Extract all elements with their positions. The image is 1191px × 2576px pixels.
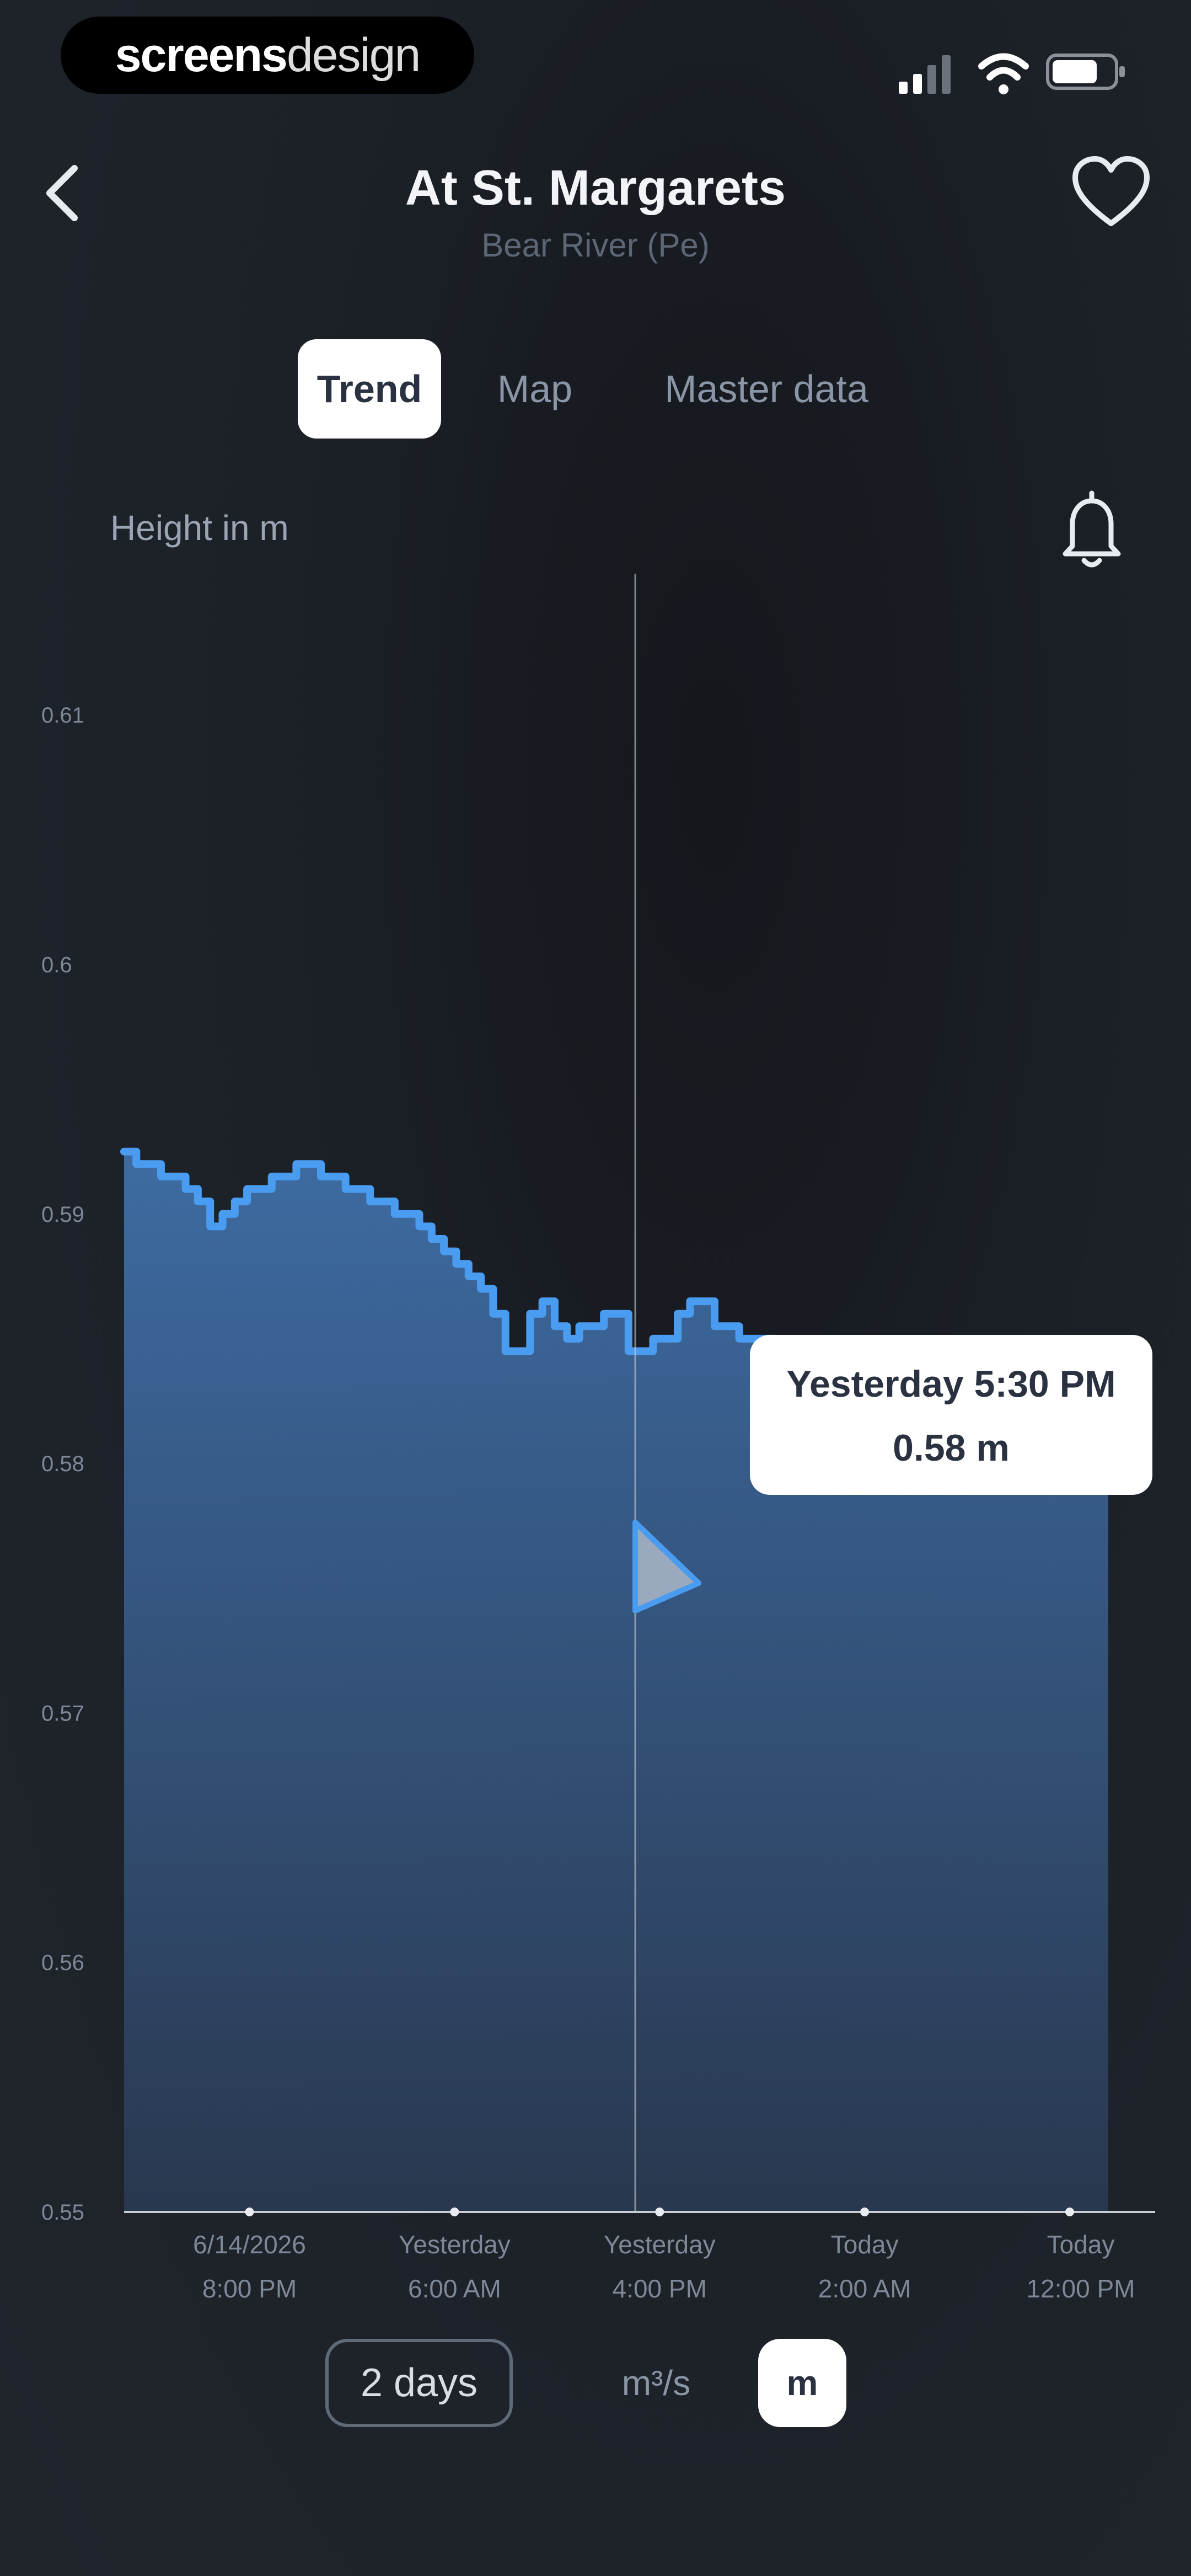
bell-icon[interactable] [1053, 485, 1130, 574]
header: At St. Margarets Bear River (Pe) [0, 132, 1191, 287]
signal-icon [899, 55, 951, 94]
battery-icon [1046, 54, 1125, 90]
x-tick-label: 2:00 AM [818, 2274, 911, 2303]
y-tick-label: 0.58 [41, 1452, 84, 1476]
x-tick-mark [245, 2208, 254, 2216]
tooltip-time: Yesterday 5:30 PM [786, 1363, 1115, 1405]
water-level-chart[interactable]: 0.61 0.6 0.59 0.58 0.57 0.56 0.55 6/14/2026 8:0… [0, 574, 1191, 2317]
logo-bold-text: screens [115, 29, 288, 82]
tab-master-data[interactable]: Master data [634, 339, 899, 439]
x-tick-label: Today [1047, 2230, 1115, 2259]
chart-header: Height in m [0, 485, 1191, 574]
x-tick-mark [450, 2208, 459, 2216]
y-tick-label: 0.61 [41, 703, 84, 728]
y-tick-label: 0.57 [41, 1701, 84, 1725]
page-title: At St. Margarets [405, 161, 786, 216]
x-tick-label: 6/14/2026 [193, 2230, 306, 2259]
tab-trend[interactable]: Trend [298, 339, 441, 439]
tab-map[interactable]: Map [474, 339, 596, 439]
status-bar: screensdesign [0, 0, 1191, 121]
x-tick-mark [860, 2208, 870, 2216]
y-tick-label: 0.6 [41, 953, 72, 977]
x-tick-label: 12:00 PM [1027, 2274, 1135, 2303]
wifi-icon [978, 53, 1029, 94]
y-tick-label: 0.55 [41, 2200, 84, 2225]
heart-icon[interactable] [1070, 154, 1152, 232]
tooltip-value: 0.58 m [893, 1427, 1010, 1469]
tab-bar: Trend Map Master data [0, 339, 1191, 439]
y-axis-title: Height in m [110, 508, 289, 548]
unit-option-m[interactable]: m [758, 2339, 846, 2427]
range-button[interactable]: 2 days [325, 2339, 513, 2427]
x-tick-label: Today [831, 2230, 899, 2259]
x-tick-label: Yesterday [604, 2230, 716, 2259]
x-tick-label: Yesterday [399, 2230, 511, 2259]
x-tick-label: 8:00 PM [202, 2274, 297, 2303]
page-subtitle: Bear River (Pe) [481, 227, 710, 264]
x-axis-ticks: 6/14/2026 8:00 PM Yesterday 6:00 AM Yesterda… [193, 2208, 1135, 2303]
screensdesign-logo: screensdesign [61, 17, 474, 94]
status-icons [899, 53, 1125, 94]
tooltip-box [750, 1335, 1152, 1495]
x-tick-mark [655, 2208, 664, 2216]
unit-option-flow[interactable]: m³/s [601, 2339, 711, 2427]
y-tick-label: 0.56 [41, 1951, 84, 1975]
x-tick-label: 6:00 AM [408, 2274, 501, 2303]
logo-light-text: design [286, 29, 421, 82]
range-controls: 2 days m³/s m [0, 2333, 1191, 2433]
x-tick-mark [1065, 2208, 1074, 2216]
x-tick-label: 4:00 PM [613, 2274, 707, 2303]
y-tick-label: 0.59 [41, 1203, 84, 1227]
y-axis-ticks: 0.61 0.6 0.59 0.58 0.57 0.56 0.55 [41, 703, 84, 2225]
